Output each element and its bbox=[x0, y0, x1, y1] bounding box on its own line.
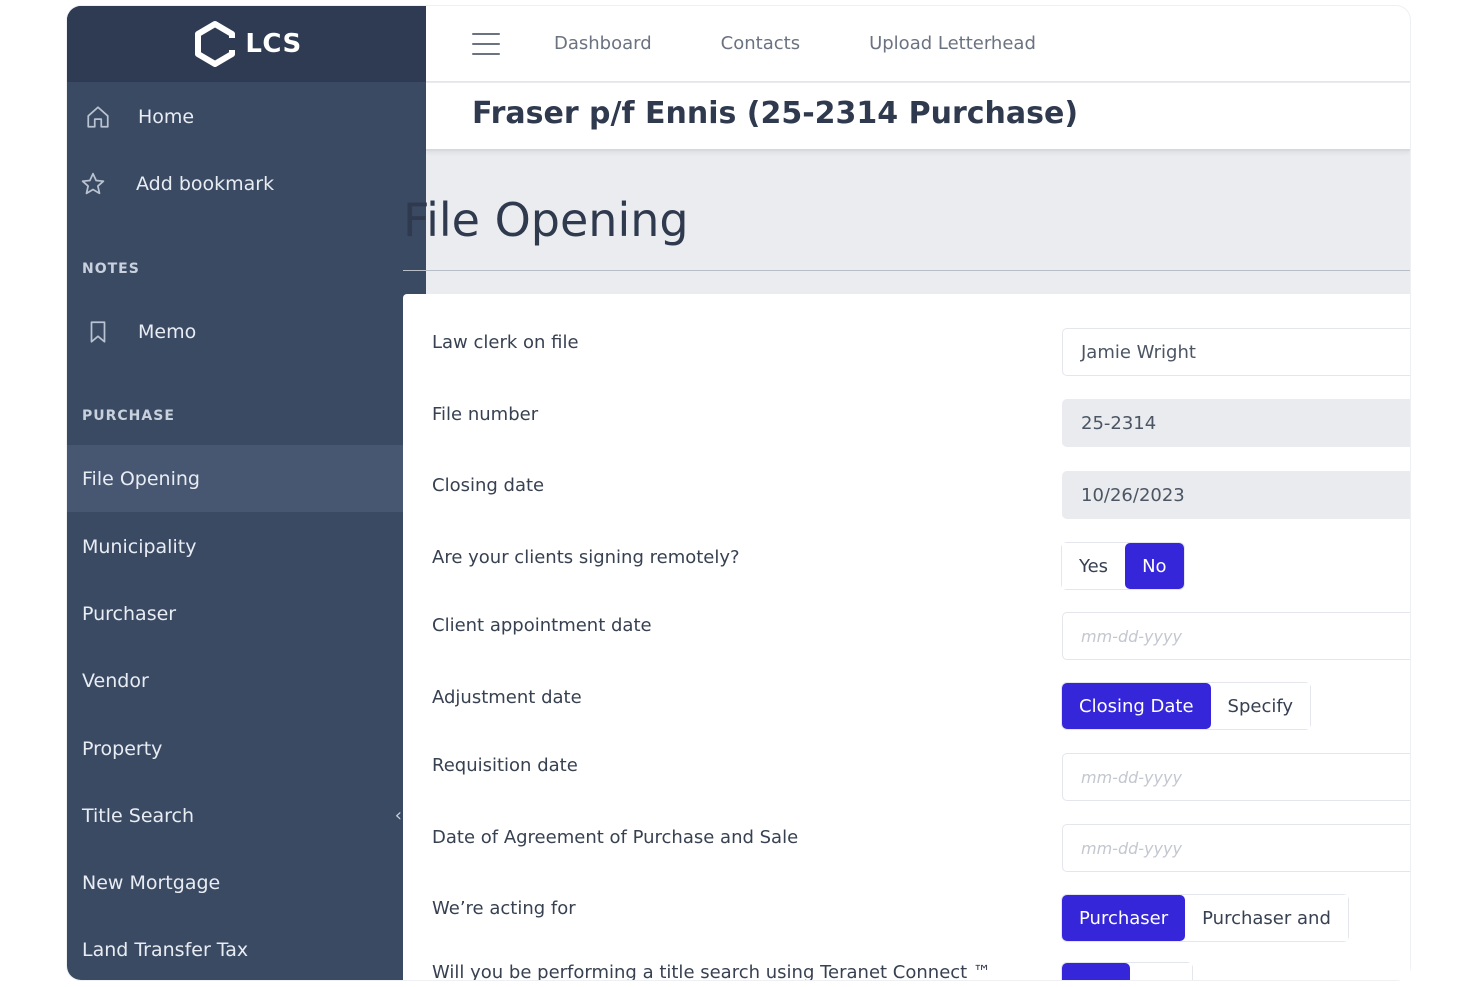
hamburger-menu-icon[interactable] bbox=[472, 32, 500, 55]
sidebar-item-file-opening[interactable]: File Opening bbox=[67, 445, 426, 512]
sidebar-item-memo[interactable]: Memo bbox=[67, 315, 426, 349]
brand-logo[interactable]: LCS bbox=[67, 6, 426, 82]
client-appointment-date-input[interactable] bbox=[1062, 612, 1410, 660]
sidebar-item-label: Home bbox=[138, 106, 195, 128]
label-file-number: File number bbox=[432, 404, 539, 425]
sidebar-item-label: Land Transfer Tax bbox=[82, 938, 249, 961]
label-adjustment-date: Adjustment date bbox=[432, 687, 582, 708]
acting-for-purchaser-button[interactable]: Purchaser bbox=[1062, 895, 1186, 941]
brand-name: LCS bbox=[245, 29, 302, 59]
label-remote-signing: Are your clients signing remotely? bbox=[432, 547, 740, 568]
sidebar: LCS Home Add bookmark NOTES Memo PURCHAS… bbox=[67, 6, 426, 980]
sidebar-item-property[interactable]: Property bbox=[67, 715, 426, 782]
sidebar-item-label: Purchaser bbox=[82, 602, 177, 625]
nav-link-contacts[interactable]: Contacts bbox=[721, 33, 800, 54]
home-icon bbox=[84, 103, 112, 131]
page-title-divider bbox=[403, 270, 1410, 271]
file-title-bar: Fraser p/f Ennis (25-2314 Purchase) bbox=[426, 83, 1410, 151]
adjustment-specify-button[interactable]: Specify bbox=[1210, 683, 1311, 729]
agreement-date-input[interactable] bbox=[1062, 824, 1410, 872]
sidebar-item-label: Property bbox=[82, 737, 163, 760]
sidebar-item-label: New Mortgage bbox=[82, 871, 221, 894]
sidebar-item-label: Vendor bbox=[82, 669, 149, 692]
star-icon bbox=[79, 170, 107, 198]
sidebar-item-label: Municipality bbox=[82, 535, 197, 558]
requisition-date-input[interactable] bbox=[1062, 753, 1410, 801]
notes-heading: NOTES bbox=[82, 261, 140, 277]
label-title-search-question: Will you be performing a title search us… bbox=[432, 962, 991, 980]
sidebar-item-label: File Opening bbox=[82, 467, 200, 490]
chevron-left-icon: ‹ bbox=[394, 805, 402, 826]
remote-signing-toggle: Yes No bbox=[1062, 543, 1184, 589]
title-search-no-button[interactable] bbox=[1130, 963, 1192, 980]
file-title: Fraser p/f Ennis (25-2314 Purchase) bbox=[472, 96, 1079, 131]
sidebar-item-label: Title Search bbox=[82, 804, 195, 827]
remote-signing-yes-button[interactable]: Yes bbox=[1062, 543, 1126, 589]
sidebar-item-vendor[interactable]: Vendor bbox=[67, 647, 426, 714]
file-number-field: 25-2314 bbox=[1062, 399, 1410, 447]
adjustment-closing-date-button[interactable]: Closing Date bbox=[1062, 683, 1211, 729]
remote-signing-no-button[interactable]: No bbox=[1125, 543, 1184, 589]
sidebar-item-municipality[interactable]: Municipality bbox=[67, 513, 426, 580]
nav-link-upload-letterhead[interactable]: Upload Letterhead bbox=[869, 33, 1036, 54]
label-requisition-date: Requisition date bbox=[432, 755, 578, 776]
sidebar-item-title-search[interactable]: Title Search ‹ bbox=[67, 782, 426, 849]
sidebar-item-add-bookmark[interactable]: Add bookmark bbox=[67, 167, 426, 201]
top-navbar: Dashboard Contacts Upload Letterhead bbox=[426, 6, 1410, 82]
closing-date-field: 10/26/2023 bbox=[1062, 471, 1410, 519]
label-closing-date: Closing date bbox=[432, 475, 545, 496]
acting-for-purchaser-and-button[interactable]: Purchaser and bbox=[1185, 895, 1348, 941]
label-law-clerk: Law clerk on file bbox=[432, 332, 579, 353]
purchase-heading: PURCHASE bbox=[82, 408, 175, 424]
title-search-yes-button[interactable] bbox=[1062, 963, 1130, 980]
acting-for-toggle: Purchaser Purchaser and bbox=[1062, 895, 1348, 941]
label-agreement-date: Date of Agreement of Purchase and Sale bbox=[432, 827, 799, 848]
lcs-hexagon-icon bbox=[195, 21, 236, 67]
adjustment-date-toggle: Closing Date Specify bbox=[1062, 683, 1311, 729]
nav-link-dashboard[interactable]: Dashboard bbox=[554, 33, 652, 54]
bookmark-icon bbox=[84, 318, 112, 346]
law-clerk-select[interactable]: Jamie Wright bbox=[1062, 328, 1410, 376]
sidebar-item-label: Memo bbox=[138, 321, 197, 343]
label-client-appointment: Client appointment date bbox=[432, 615, 652, 636]
sidebar-item-purchaser[interactable]: Purchaser bbox=[67, 580, 426, 647]
sidebar-item-home[interactable]: Home bbox=[67, 100, 426, 134]
page-title: File Opening bbox=[403, 193, 689, 247]
label-acting-for: We’re acting for bbox=[432, 898, 576, 919]
sidebar-item-label: Add bookmark bbox=[136, 173, 275, 195]
title-search-toggle bbox=[1062, 963, 1192, 980]
sidebar-item-land-transfer-tax[interactable]: Land Transfer Tax bbox=[67, 916, 426, 980]
sidebar-item-new-mortgage[interactable]: New Mortgage bbox=[67, 849, 426, 916]
